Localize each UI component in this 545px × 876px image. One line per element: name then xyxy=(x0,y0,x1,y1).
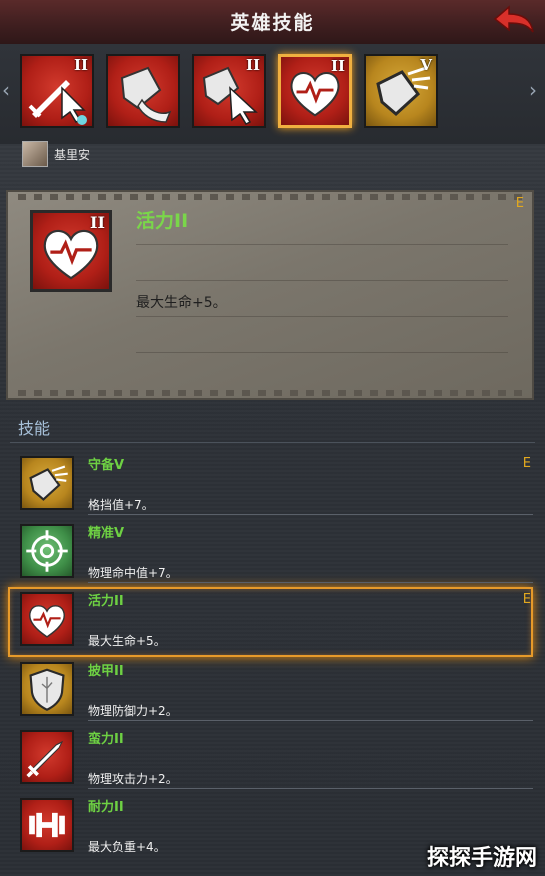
skill-row-brute-force[interactable]: 蛮力II 物理攻击力+2。 xyxy=(0,728,545,794)
hero-skill-slot-5[interactable]: V xyxy=(364,54,438,128)
divider xyxy=(136,280,508,281)
detail-skill-title: 活力II xyxy=(136,210,189,232)
divider xyxy=(88,788,533,789)
skill-row-precision[interactable]: 精准V 物理命中值+7。 xyxy=(0,522,545,588)
skill-icon xyxy=(20,730,74,784)
watermark-logo: 探探手游网 xyxy=(426,846,537,871)
divider xyxy=(88,720,533,721)
top-bar: 英雄技能 xyxy=(0,0,545,46)
back-arrow-icon xyxy=(493,5,534,33)
panel-border-decoration xyxy=(18,194,522,200)
skills-section-title: 技能 xyxy=(18,419,51,438)
skill-description: 最大生命+5。 xyxy=(88,634,166,648)
heart-pulse-icon xyxy=(29,605,65,638)
skill-name: 活力II xyxy=(88,594,124,609)
skill-icon xyxy=(20,456,74,510)
skill-row-guard[interactable]: 守备V E 格挡值+7。 xyxy=(0,454,545,520)
hero-skill-slot-3[interactable]: II xyxy=(192,54,266,128)
hero-avatar[interactable] xyxy=(22,141,48,167)
skill-description: 物理防御力+2。 xyxy=(88,704,178,718)
skill-description: 物理命中值+7。 xyxy=(88,566,178,580)
back-button[interactable] xyxy=(493,4,535,38)
scroll-left-icon[interactable]: ‹ xyxy=(2,78,12,102)
rank-label: II xyxy=(73,56,88,74)
sword-icon xyxy=(26,740,64,778)
crosshair-icon xyxy=(26,530,68,572)
divider xyxy=(136,352,508,353)
scroll-right-icon[interactable]: › xyxy=(529,78,539,102)
armor-shield-icon xyxy=(29,668,65,711)
skill-name: 披甲II xyxy=(88,664,124,679)
skill-description: 最大负重+4。 xyxy=(88,840,166,854)
detail-skill-icon: II xyxy=(30,210,112,292)
skill-name: 守备V xyxy=(88,458,125,473)
skill-description: 格挡值+7。 xyxy=(88,498,154,512)
skill-name: 精准V xyxy=(88,526,125,541)
rank-label: II xyxy=(90,213,105,232)
dumbbell-icon xyxy=(29,812,65,838)
hero-skill-slot-1[interactable]: II xyxy=(20,54,94,128)
divider xyxy=(136,244,508,245)
rank-label: II xyxy=(330,57,345,75)
divider xyxy=(136,316,508,317)
skill-detail-panel: II 活力II E 最大生命+5。 xyxy=(6,190,534,400)
divider xyxy=(88,514,533,515)
hero-skill-slot-2[interactable] xyxy=(106,54,180,128)
skill-row-armor[interactable]: 披甲II 物理防御力+2。 xyxy=(0,660,545,726)
page-title: 英雄技能 xyxy=(230,12,315,34)
skill-icon xyxy=(20,662,74,716)
skill-icon xyxy=(20,592,74,646)
skill-icon xyxy=(20,798,74,852)
skill-grade-badge: E xyxy=(522,592,531,607)
skill-grade-badge: E xyxy=(522,456,531,471)
detail-grade-badge: E xyxy=(515,196,524,211)
rank-label: V xyxy=(420,56,432,74)
shield-break-icon xyxy=(29,465,68,501)
skill-description: 物理攻击力+2。 xyxy=(88,772,178,786)
detail-skill-description: 最大生命+5。 xyxy=(136,295,227,311)
hero-name: 基里安 xyxy=(54,148,91,162)
rank-label: II xyxy=(245,56,260,74)
skill-name: 耐力II xyxy=(88,800,124,815)
skill-name: 蛮力II xyxy=(88,732,124,747)
skill-row-vitality[interactable]: 活力II E 最大生命+5。 xyxy=(0,590,545,656)
shield-strike-icon xyxy=(120,66,172,123)
hero-skill-slot-4[interactable]: II xyxy=(278,54,352,128)
panel-border-decoration xyxy=(18,390,522,396)
divider xyxy=(88,582,533,583)
divider xyxy=(10,442,535,443)
skill-icon xyxy=(20,524,74,578)
